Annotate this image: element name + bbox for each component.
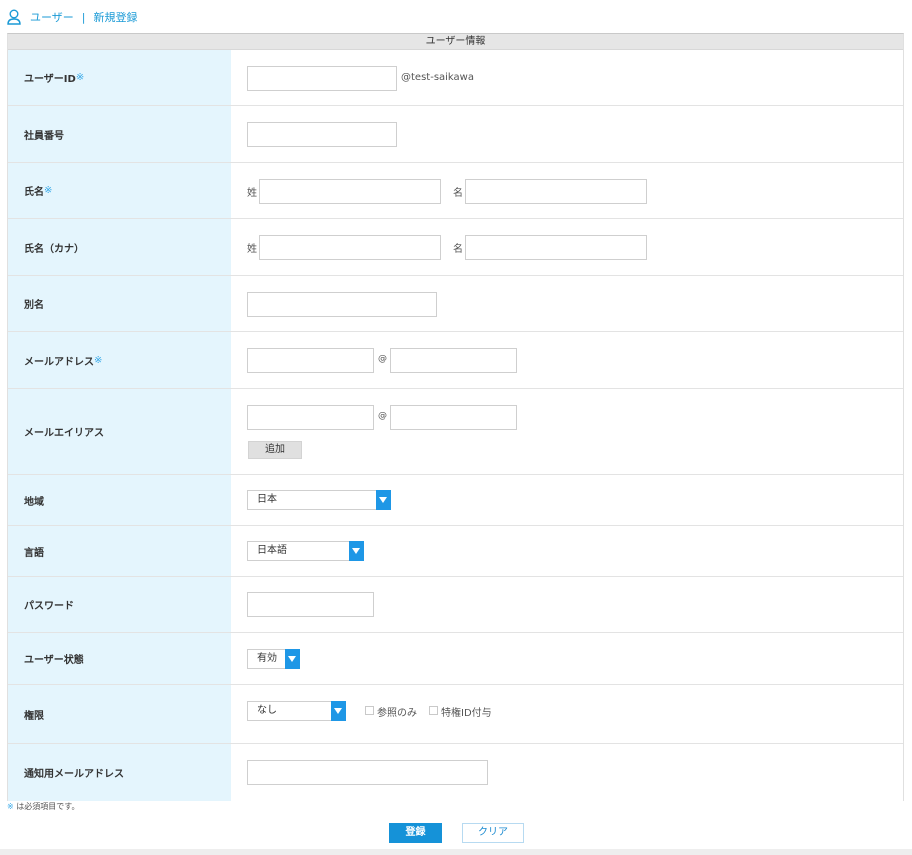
first-name-kana-caption: 名 [453, 244, 463, 255]
chevron-down-icon[interactable] [285, 649, 300, 669]
breadcrumb-page: 新規登録 [93, 11, 138, 24]
row-alias: 別名 [8, 276, 903, 332]
required-mark: ※ [7, 802, 14, 811]
label-user-id: ユーザーID ※ [8, 50, 231, 105]
label-email-alias: メールエイリアス [8, 389, 231, 474]
email-alias-at-sign: @ [378, 411, 387, 421]
chevron-down-icon[interactable] [376, 490, 391, 510]
read-only-label: 参照のみ [377, 708, 417, 719]
user-info-table: ユーザー情報 ユーザーID ※ @test-saikawa 社員番号 氏名 ※ 姓 … [7, 33, 904, 801]
region-select[interactable]: 日本 [247, 490, 391, 510]
row-employee-no: 社員番号 [8, 106, 903, 163]
required-mark: ※ [94, 354, 103, 366]
label-status: ユーザー状態 [8, 633, 231, 684]
last-name-kana-input[interactable] [259, 235, 441, 260]
row-password: パスワード [8, 577, 903, 633]
user-icon [7, 9, 21, 25]
last-name-input[interactable] [259, 179, 441, 204]
row-language: 言語 日本語 [8, 526, 903, 577]
email-alias-domain-input[interactable] [390, 405, 517, 430]
required-mark: ※ [75, 72, 85, 83]
row-email: メールアドレス ※ @ [8, 332, 903, 389]
row-region: 地域 日本 [8, 475, 903, 526]
first-name-kana-input[interactable] [465, 235, 647, 260]
region-selected-value: 日本 [257, 494, 277, 505]
label-name: 氏名 ※ [8, 163, 231, 218]
user-id-input[interactable] [247, 66, 397, 91]
privileged-id-checkbox[interactable] [429, 706, 438, 715]
label-language: 言語 [8, 526, 231, 576]
row-name: 氏名 ※ 姓 名 [8, 163, 903, 219]
breadcrumb-section[interactable]: ユーザー [30, 9, 74, 25]
row-user-id: ユーザーID ※ @test-saikawa [8, 50, 903, 106]
last-name-caption: 姓 [247, 188, 257, 199]
required-note: ※ は必須項目です。 [7, 802, 80, 811]
first-name-caption: 名 [453, 188, 463, 199]
email-alias-local-input[interactable] [247, 405, 374, 430]
chevron-down-icon[interactable] [349, 541, 364, 561]
add-alias-button[interactable]: 追加 [248, 441, 302, 459]
notify-email-input[interactable] [247, 760, 488, 785]
privileged-id-label: 特権ID付与 [441, 708, 492, 719]
row-notify-email: 通知用メールアドレス [8, 744, 903, 801]
chevron-down-icon[interactable] [331, 701, 346, 721]
section-title: ユーザー情報 [8, 34, 903, 50]
read-only-checkbox[interactable] [365, 706, 374, 715]
label-region: 地域 [8, 475, 231, 525]
label-email: メールアドレス ※ [8, 332, 231, 388]
status-select[interactable]: 有効 [247, 649, 300, 669]
row-status: ユーザー状態 有効 [8, 633, 903, 685]
row-permission: 権限 なし 参照のみ 特権ID付与 [8, 685, 903, 744]
bottom-bar [0, 849, 912, 855]
email-domain-input[interactable] [390, 348, 517, 373]
label-permission: 権限 [8, 685, 231, 743]
clear-button[interactable]: クリア [462, 823, 524, 843]
submit-button[interactable]: 登録 [389, 823, 442, 843]
breadcrumb-separator: | [81, 10, 86, 24]
permission-selected-value: なし [257, 705, 277, 716]
row-name-kana: 氏名（カナ） 姓 名 [8, 219, 903, 276]
breadcrumb: ユーザー | 新規登録 [7, 8, 138, 26]
label-password: パスワード [8, 577, 231, 632]
language-select[interactable]: 日本語 [247, 541, 364, 561]
label-employee-no: 社員番号 [8, 106, 231, 162]
email-at-sign: @ [378, 354, 387, 364]
label-alias: 別名 [8, 276, 231, 331]
permission-select[interactable]: なし [247, 701, 346, 721]
alias-input[interactable] [247, 292, 437, 317]
user-id-domain-suffix: @test-saikawa [401, 72, 474, 83]
label-name-kana: 氏名（カナ） [8, 219, 231, 275]
last-name-kana-caption: 姓 [247, 244, 257, 255]
status-selected-value: 有効 [257, 653, 277, 664]
first-name-input[interactable] [465, 179, 647, 204]
label-notify-email: 通知用メールアドレス [8, 744, 231, 801]
required-mark: ※ [44, 185, 53, 196]
row-email-alias: メールエイリアス @ 追加 [8, 389, 903, 475]
email-local-input[interactable] [247, 348, 374, 373]
employee-no-input[interactable] [247, 122, 397, 147]
language-selected-value: 日本語 [257, 545, 287, 556]
password-input[interactable] [247, 592, 374, 617]
